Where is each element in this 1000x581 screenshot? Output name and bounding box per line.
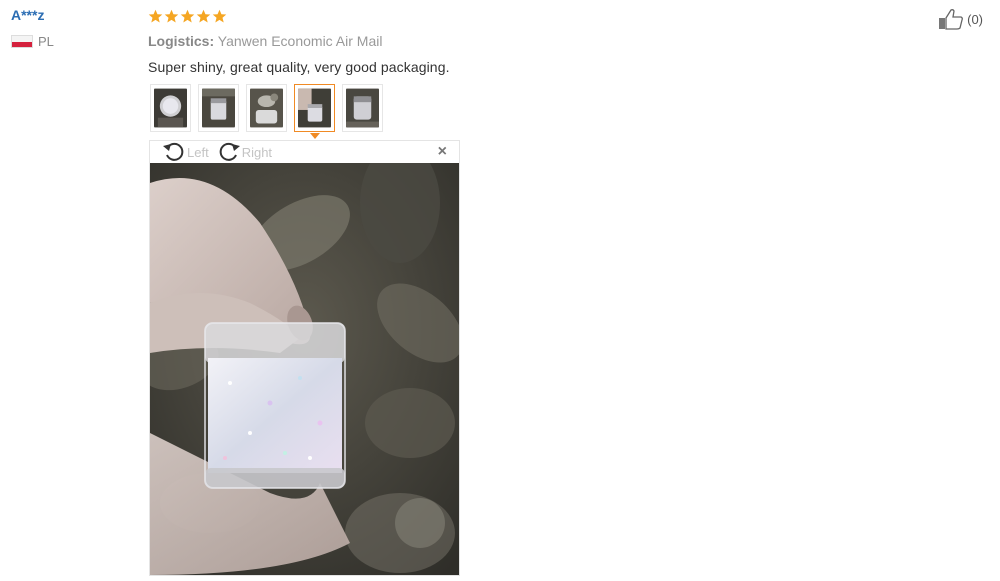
photo-thumbnail[interactable] xyxy=(246,84,287,132)
review-content: Logistics: Yanwen Economic Air Mail Supe… xyxy=(148,6,768,76)
star-icon xyxy=(180,9,195,22)
logistics-info: Logistics: Yanwen Economic Air Mail xyxy=(148,32,768,50)
rotate-left-label: Left xyxy=(187,144,209,160)
rotate-left-icon xyxy=(163,142,184,161)
thumbnail-image xyxy=(298,88,331,128)
review-photo-large xyxy=(150,163,459,575)
photo-thumbnail[interactable] xyxy=(198,84,239,132)
rotate-left-button[interactable]: Left xyxy=(162,141,209,163)
reviewer-name[interactable]: A***z xyxy=(11,6,131,24)
active-indicator-icon xyxy=(310,133,320,139)
photo-thumbnails xyxy=(150,84,383,139)
helpful-count: (0) xyxy=(967,11,983,27)
logistics-label: Logistics: xyxy=(148,33,215,49)
viewer-toolbar: Left Right × xyxy=(150,141,459,163)
thumbnail-image xyxy=(202,88,235,128)
glitter-jar-photo xyxy=(150,163,459,575)
star-icon xyxy=(212,9,227,22)
thumbnail-image xyxy=(250,88,283,128)
close-icon[interactable]: × xyxy=(438,144,447,160)
rotate-right-icon xyxy=(219,142,240,161)
poland-flag-icon xyxy=(11,35,33,48)
photo-thumbnail[interactable] xyxy=(150,84,191,132)
star-icon xyxy=(148,9,163,22)
logistics-value: Yanwen Economic Air Mail xyxy=(217,33,383,49)
country-code: PL xyxy=(38,34,54,49)
thumbs-up-icon xyxy=(939,9,964,30)
star-icon xyxy=(164,9,179,22)
helpful-button[interactable]: (0) xyxy=(938,8,983,30)
thumbnail-image xyxy=(346,88,379,128)
reviewer-country: PL xyxy=(11,34,131,49)
star-icon xyxy=(196,9,211,22)
rotate-right-label: Right xyxy=(241,144,273,160)
photo-thumbnail[interactable] xyxy=(342,84,383,132)
thumbnail-image xyxy=(154,88,187,128)
review-text: Super shiny, great quality, very good pa… xyxy=(148,59,450,75)
reviewer-info: A***z PL xyxy=(11,6,131,49)
rotate-right-button[interactable]: Right xyxy=(217,141,272,163)
photo-viewer: Left Right × xyxy=(149,140,460,576)
star-rating xyxy=(148,6,768,26)
photo-thumbnail-active[interactable] xyxy=(294,84,335,139)
